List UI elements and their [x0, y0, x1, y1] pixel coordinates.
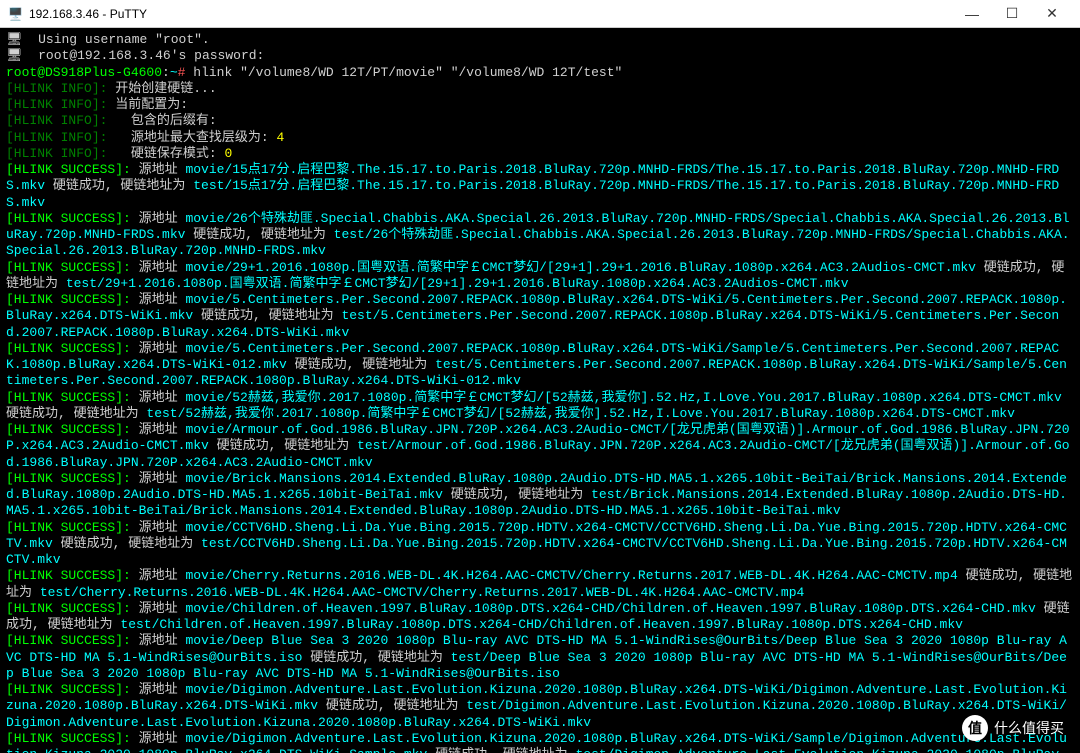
window-titlebar: 🖥️ 192.168.3.46 - PuTTY — ☐ ✕	[0, 0, 1080, 28]
watermark: 值 什么值得买	[962, 715, 1064, 741]
terminal-output[interactable]: 🖥 Using username "root". 🖥 root@192.168.…	[0, 28, 1080, 753]
window-title: 192.168.3.46 - PuTTY	[29, 7, 952, 21]
close-button[interactable]: ✕	[1032, 5, 1072, 22]
maximize-button[interactable]: ☐	[992, 5, 1032, 22]
putty-icon: 🖥️	[8, 7, 23, 21]
watermark-text: 什么值得买	[994, 718, 1064, 738]
watermark-icon: 值	[962, 715, 988, 741]
minimize-button[interactable]: —	[952, 6, 992, 22]
